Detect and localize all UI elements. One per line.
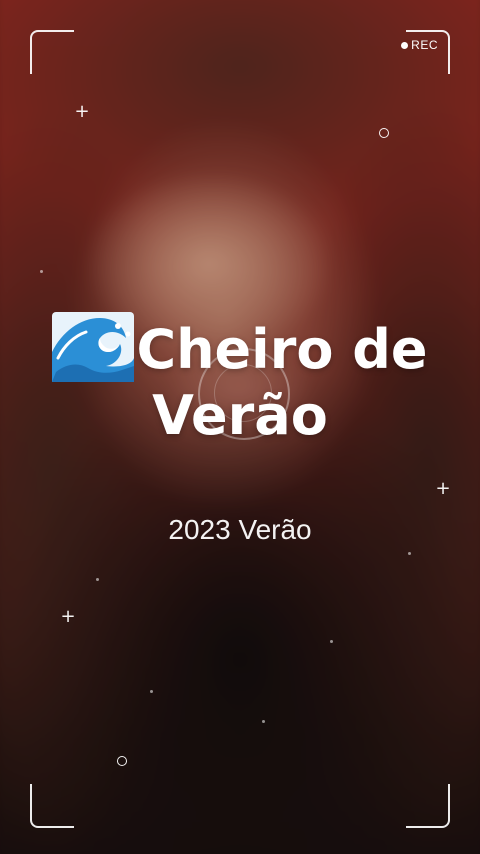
- plus-sparkle-icon: +: [60, 606, 76, 627]
- story-title: Cheiro de Verão: [0, 312, 480, 449]
- title-text-line-1: Cheiro de: [136, 318, 428, 381]
- sparkle-dot: [330, 640, 333, 643]
- water-wave-icon: [52, 312, 135, 382]
- record-dot-icon: [401, 41, 409, 49]
- rec-indicator: REC: [401, 38, 438, 52]
- camera-story-frame: REC + + + Cheiro de Verão 2023 Verão: [0, 0, 480, 854]
- rec-label: REC: [411, 38, 438, 52]
- title-line-1: Cheiro de: [0, 312, 480, 383]
- sparkle-dot: [40, 270, 43, 273]
- plus-sparkle-icon: +: [74, 101, 90, 122]
- viewfinder-corner-bottom-right: [406, 784, 450, 828]
- plus-sparkle-icon: +: [435, 478, 451, 499]
- circle-sparkle-icon: [379, 128, 389, 138]
- sparkle-dot: [262, 720, 265, 723]
- story-subtitle: 2023 Verão: [168, 514, 312, 545]
- sparkle-dot: [96, 578, 99, 581]
- sparkle-dot: [408, 552, 411, 555]
- title-text-line-2: Verão: [152, 384, 328, 447]
- viewfinder-corner-bottom-left: [30, 784, 74, 828]
- sparkle-dot: [150, 690, 153, 693]
- viewfinder-corner-top-right: [406, 30, 450, 74]
- circle-sparkle-icon: [117, 756, 127, 766]
- viewfinder-corner-top-left: [30, 30, 74, 74]
